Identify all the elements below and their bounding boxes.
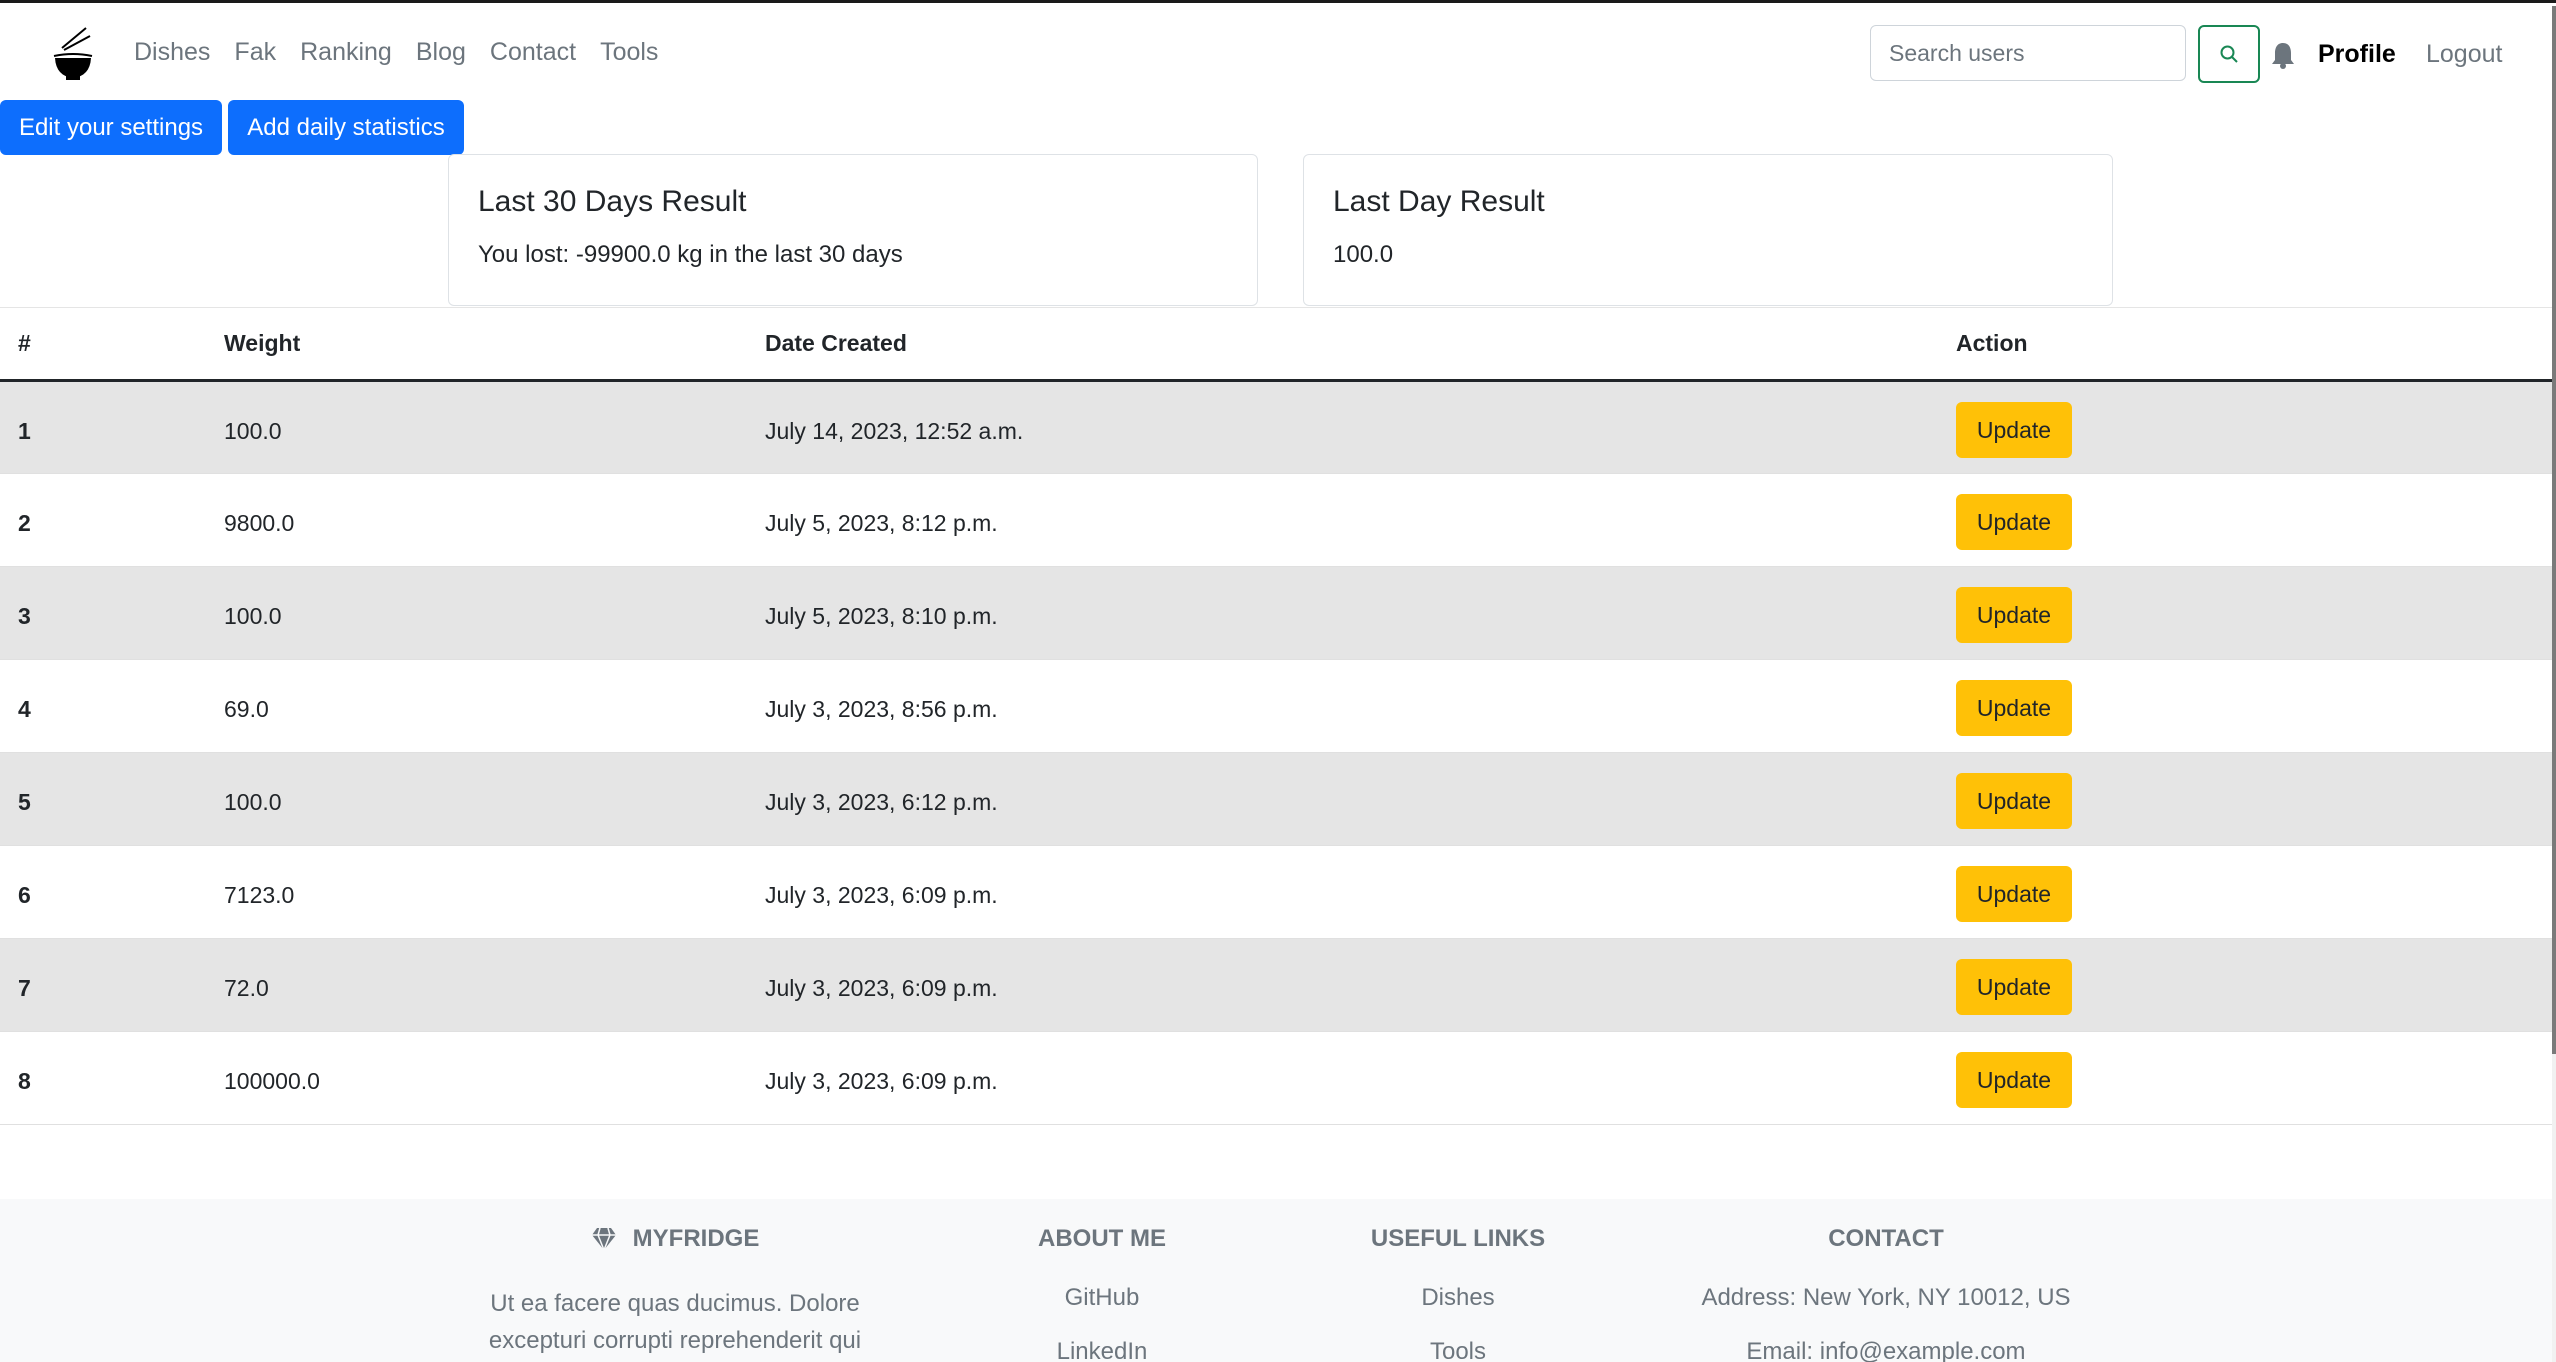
last-30-days-card: Last 30 Days Result You lost: -99900.0 k… [448,154,1258,306]
row-date: July 3, 2023, 6:09 p.m. [765,1031,1956,1125]
row-weight: 7123.0 [224,845,765,939]
footer-link-tools[interactable]: Tools [1358,1325,1558,1362]
last-day-card: Last Day Result 100.0 [1303,154,2113,306]
footer-about: ABOUT ME GitHub LinkedIn [1002,1225,1202,1362]
update-button[interactable]: Update [1956,402,2072,458]
footer-useful-heading: USEFUL LINKS [1370,1225,1546,1252]
footer-contact-email[interactable]: Email: info@example.com [1680,1325,2092,1362]
footer-link-github[interactable]: GitHub [1002,1271,1202,1325]
table-header-row: # Weight Date Created Action [0,307,2556,382]
table-row: 4 69.0 July 3, 2023, 8:56 p.m. Update [0,659,2556,753]
nav-links: Dishes Fak Ranking Blog Contact Tools [134,38,658,67]
row-weight: 100000.0 [224,1031,765,1125]
row-action: Update [1956,938,2556,1032]
card-title: Last Day Result [1333,185,1545,218]
row-number: 8 [0,1031,224,1125]
profile-link[interactable]: Profile [2318,40,2396,69]
footer-link-dishes[interactable]: Dishes [1358,1271,1558,1325]
row-date: July 3, 2023, 8:56 p.m. [765,659,1956,753]
page: Dishes Fak Ranking Blog Contact Tools Pr… [0,0,2556,1362]
row-number: 4 [0,659,224,753]
footer-about-heading: ABOUT ME [1038,1225,1166,1252]
card-text: You lost: -99900.0 kg in the last 30 day… [478,241,903,268]
nav-link-dishes[interactable]: Dishes [134,38,210,67]
row-date: July 3, 2023, 6:09 p.m. [765,845,1956,939]
footer-brand-heading: MYFRIDGE [470,1225,880,1253]
row-number: 6 [0,845,224,939]
edit-settings-button[interactable]: Edit your settings [0,100,222,155]
footer-link-linkedin[interactable]: LinkedIn [1002,1325,1202,1362]
row-action: Update [1956,1031,2556,1125]
row-date: July 3, 2023, 6:12 p.m. [765,752,1956,846]
gem-icon [591,1227,616,1251]
bell-icon[interactable] [2271,41,2295,69]
row-number: 3 [0,566,224,660]
add-daily-statistics-button[interactable]: Add daily statistics [228,100,464,155]
scrollbar-thumb[interactable] [2552,6,2556,1054]
row-number: 7 [0,938,224,1032]
update-button[interactable]: Update [1956,587,2072,643]
search-button[interactable] [2198,25,2260,83]
row-date: July 14, 2023, 12:52 a.m. [765,380,1956,474]
row-weight: 100.0 [224,380,765,474]
nav-link-contact[interactable]: Contact [490,38,576,67]
table-row: 1 100.0 July 14, 2023, 12:52 a.m. Update [0,380,2556,474]
update-button[interactable]: Update [1956,1052,2072,1108]
row-date: July 5, 2023, 8:10 p.m. [765,566,1956,660]
footer-contact-heading: CONTACT [1828,1225,1944,1252]
weight-stats-table: # Weight Date Created Action 1 100.0 Jul… [0,307,2556,1125]
row-action: Update [1956,473,2556,567]
row-number: 1 [0,380,224,474]
row-date: July 5, 2023, 8:12 p.m. [765,473,1956,567]
logout-link[interactable]: Logout [2426,40,2502,69]
row-action: Update [1956,845,2556,939]
table-row: 6 7123.0 July 3, 2023, 6:09 p.m. Update [0,845,2556,939]
card-text: 100.0 [1333,241,1394,268]
header-number: # [0,307,224,382]
row-action: Update [1956,380,2556,474]
footer-brand: MYFRIDGE Ut ea facere quas ducimus. Dolo… [470,1225,880,1359]
row-weight: 72.0 [224,938,765,1032]
update-button[interactable]: Update [1956,866,2072,922]
row-date: July 3, 2023, 6:09 p.m. [765,938,1956,1032]
footer-brand-text-1: Ut ea facere quas ducimus. Dolore [490,1290,860,1317]
footer-brand-title: MYFRIDGE [632,1225,760,1252]
update-button[interactable]: Update [1956,959,2072,1015]
header-weight: Weight [224,307,765,382]
nav-link-tools[interactable]: Tools [600,38,658,67]
row-number: 2 [0,473,224,567]
footer-contact: CONTACT Address: New York, NY 10012, US … [1680,1225,2092,1362]
noodle-bowl-icon[interactable] [50,26,96,82]
row-weight: 69.0 [224,659,765,753]
nav-link-blog[interactable]: Blog [416,38,466,67]
nav-link-fak[interactable]: Fak [234,38,276,67]
update-button[interactable]: Update [1956,494,2072,550]
search-input[interactable] [1870,25,2186,81]
navbar: Dishes Fak Ranking Blog Contact Tools Pr… [0,6,2556,100]
search-icon [2220,45,2238,63]
nav-link-ranking[interactable]: Ranking [300,38,392,67]
table-row: 2 9800.0 July 5, 2023, 8:12 p.m. Update [0,473,2556,567]
footer-useful-links: USEFUL LINKS Dishes Tools [1358,1225,1558,1362]
footer-contact-address: Address: New York, NY 10012, US [1701,1284,2071,1311]
row-action: Update [1956,566,2556,660]
card-title: Last 30 Days Result [478,185,747,218]
table-row: 5 100.0 July 3, 2023, 6:12 p.m. Update [0,752,2556,846]
row-number: 5 [0,752,224,846]
footer-brand-text-2: excepturi corrupti reprehenderit qui [488,1327,862,1354]
row-action: Update [1956,659,2556,753]
footer: MYFRIDGE Ut ea facere quas ducimus. Dolo… [0,1199,2552,1362]
table-row: 7 72.0 July 3, 2023, 6:09 p.m. Update [0,938,2556,1032]
row-weight: 9800.0 [224,473,765,567]
update-button[interactable]: Update [1956,773,2072,829]
header-date-created: Date Created [765,307,1956,382]
row-weight: 100.0 [224,566,765,660]
row-weight: 100.0 [224,752,765,846]
table-row: 8 100000.0 July 3, 2023, 6:09 p.m. Updat… [0,1031,2556,1125]
header-action: Action [1956,307,2556,382]
row-action: Update [1956,752,2556,846]
table-row: 3 100.0 July 5, 2023, 8:10 p.m. Update [0,566,2556,660]
update-button[interactable]: Update [1956,680,2072,736]
